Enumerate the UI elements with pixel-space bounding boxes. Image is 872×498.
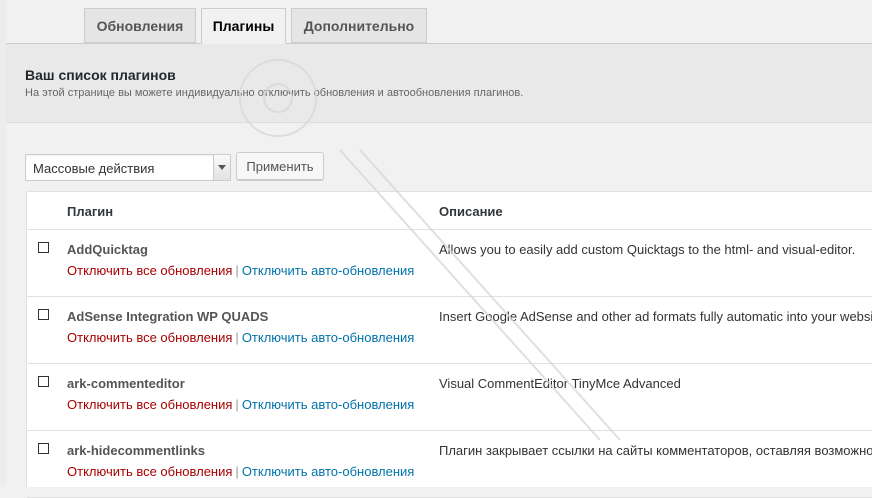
plugin-name: ark-commenteditor bbox=[67, 376, 185, 391]
disable-all-updates-link[interactable]: Отключить все обновления bbox=[67, 330, 232, 345]
table-row: ark-commenteditor Отключить все обновлен… bbox=[27, 364, 872, 431]
tab-updates[interactable]: Обновления bbox=[84, 8, 196, 43]
plugin-description: Insert Google AdSense and other ad forma… bbox=[439, 309, 872, 324]
page-title: Ваш список плагинов bbox=[25, 67, 176, 83]
plugin-description: Allows you to easily add custom Quicktag… bbox=[439, 242, 856, 257]
row-checkbox[interactable] bbox=[38, 242, 49, 253]
plugin-name: ark-hidecommentlinks bbox=[67, 443, 205, 458]
disable-all-updates-link[interactable]: Отключить все обновления bbox=[67, 263, 232, 278]
plugin-description: Плагин закрывает ссылки на сайты коммент… bbox=[439, 443, 872, 458]
row-checkbox[interactable] bbox=[38, 376, 49, 387]
row-checkbox[interactable] bbox=[38, 309, 49, 320]
column-header-description: Описание bbox=[439, 204, 503, 219]
action-separator: | bbox=[235, 263, 239, 278]
row-actions: Отключить все обновления | Отключить авто-… bbox=[67, 263, 414, 278]
row-actions: Отключить все обновления | Отключить авто-… bbox=[67, 397, 414, 412]
action-separator: | bbox=[235, 397, 239, 412]
page-header: Ваш список плагинов На этой странице вы … bbox=[6, 44, 872, 123]
table-row: AddQuicktag Отключить все обновления | Отк… bbox=[27, 230, 872, 297]
disable-all-updates-link[interactable]: Отключить все обновления bbox=[67, 397, 232, 412]
disable-auto-updates-link[interactable]: Отключить авто-обновления bbox=[242, 330, 415, 345]
table-header: Плагин Описание bbox=[27, 192, 872, 230]
disable-auto-updates-link[interactable]: Отключить авто-обновления bbox=[242, 263, 415, 278]
plugin-description: Visual CommentEditor TinyMce Advanced bbox=[439, 376, 681, 391]
bulk-actions-select[interactable]: Массовые действия bbox=[25, 154, 231, 181]
column-header-plugin: Плагин bbox=[67, 204, 114, 219]
action-separator: | bbox=[235, 330, 239, 345]
plugin-name: AdSense Integration WP QUADS bbox=[67, 309, 269, 324]
plugins-table: Плагин Описание AddQuicktag Отключить вс… bbox=[26, 191, 872, 498]
tab-advanced[interactable]: Дополнительно bbox=[291, 8, 427, 43]
chevron-down-icon[interactable] bbox=[213, 155, 230, 180]
row-actions: Отключить все обновления | Отключить авто-… bbox=[67, 330, 414, 345]
row-actions: Отключить все обновления | Отключить авто-… bbox=[67, 464, 414, 479]
page-description: На этой странице вы можете индивидуально… bbox=[25, 87, 524, 99]
disable-all-updates-link[interactable]: Отключить все обновления bbox=[67, 464, 232, 479]
action-separator: | bbox=[235, 464, 239, 479]
disable-auto-updates-link[interactable]: Отключить авто-обновления bbox=[242, 464, 415, 479]
plugin-name: AddQuicktag bbox=[67, 242, 148, 257]
tab-plugins[interactable]: Плагины bbox=[201, 8, 286, 44]
disable-auto-updates-link[interactable]: Отключить авто-обновления bbox=[242, 397, 415, 412]
table-row: ark-hidecommentlinks Отключить все обнов… bbox=[27, 431, 872, 498]
apply-button[interactable]: Применить bbox=[236, 152, 324, 180]
table-row: AdSense Integration WP QUADS Отключить в… bbox=[27, 297, 872, 364]
bulk-actions-value: Массовые действия bbox=[33, 161, 155, 176]
row-checkbox[interactable] bbox=[38, 443, 49, 454]
